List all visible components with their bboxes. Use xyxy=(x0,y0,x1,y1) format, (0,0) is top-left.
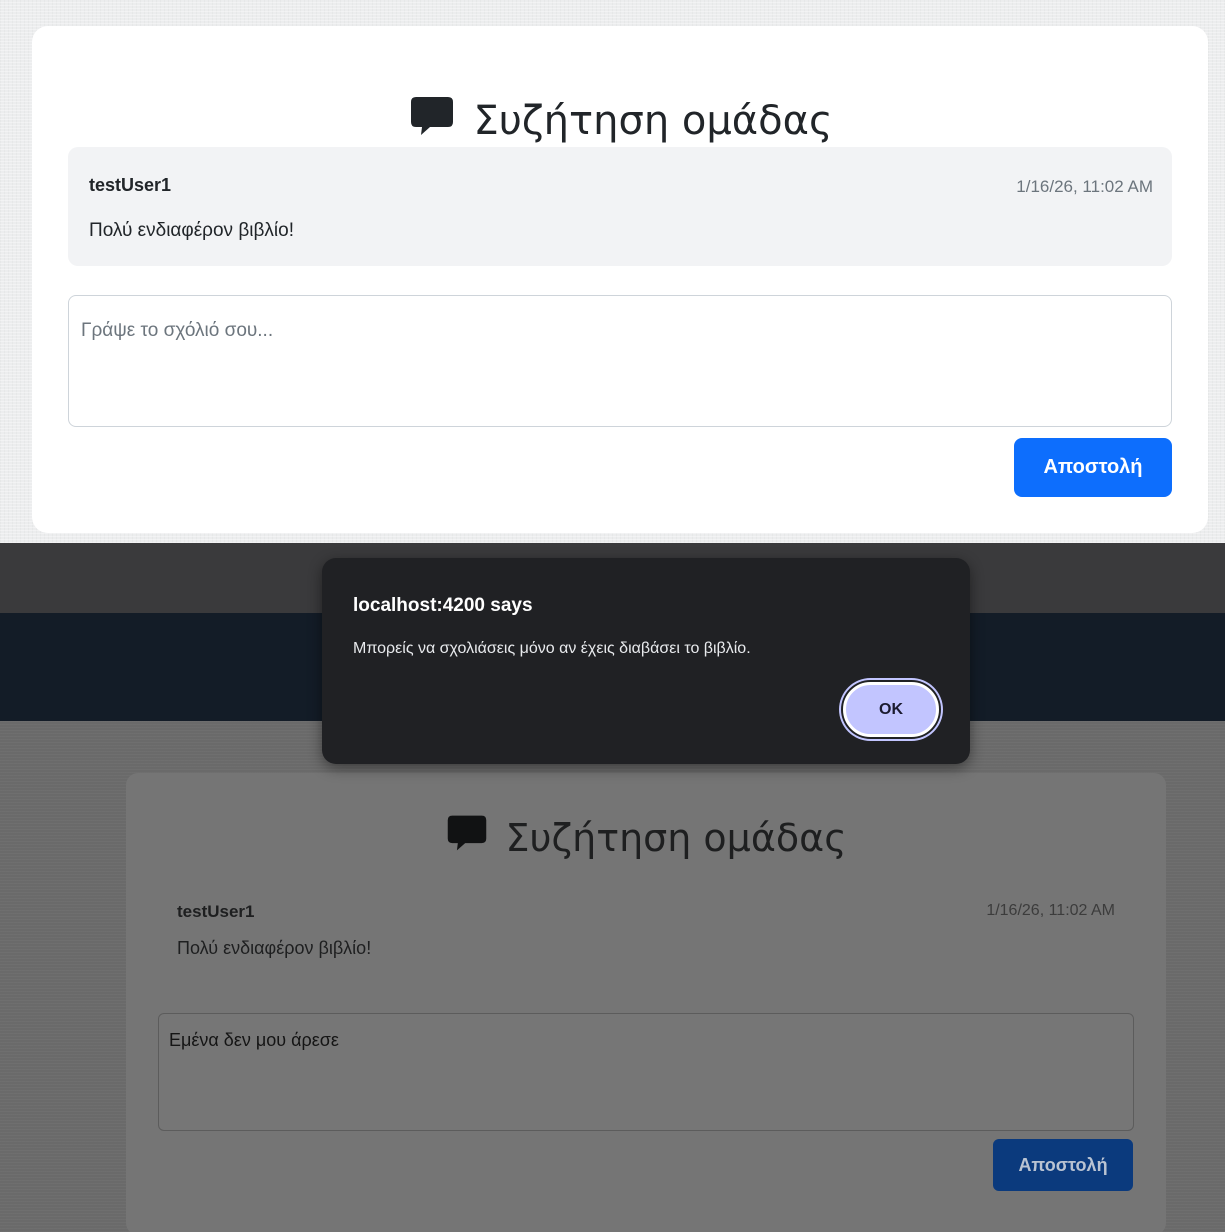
comment-textarea-placeholder: Γράψε το σχόλιό σου... xyxy=(81,320,274,341)
page-title: Συζήτηση ομάδας xyxy=(32,92,1208,150)
alert-message: Μπορείς να σχολιάσεις μόνο αν έχεις διαβ… xyxy=(353,640,751,657)
title-text: Συζήτηση ομάδας xyxy=(505,815,847,860)
title-text: Συζήτηση ομάδας xyxy=(473,98,833,144)
comment-author: testUser1 xyxy=(177,902,255,921)
comment-item: testUser1 1/16/26, 11:02 AM Πολύ ενδιαφέ… xyxy=(158,885,1134,975)
comment-item: testUser1 1/16/26, 11:02 AM Πολύ ενδιαφέ… xyxy=(68,147,1172,266)
comment-text: Πολύ ενδιαφέρον βιβλίο! xyxy=(177,938,372,958)
comment-textarea[interactable]: Εμένα δεν μου άρεσε xyxy=(158,1013,1134,1131)
discussion-card: Συζήτηση ομάδας testUser1 1/16/26, 11:02… xyxy=(126,773,1166,1232)
discussion-card: Συζήτηση ομάδας testUser1 1/16/26, 11:02… xyxy=(32,26,1208,533)
comment-textarea-value: Εμένα δεν μου άρεσε xyxy=(169,1030,339,1050)
comment-author: testUser1 xyxy=(89,175,172,195)
alert-title: localhost:4200 says xyxy=(353,595,533,616)
speech-bubble-icon xyxy=(408,92,456,150)
send-button[interactable]: Αποστολή xyxy=(1014,438,1172,497)
comment-text: Πολύ ενδιαφέρον βιβλίο! xyxy=(89,220,294,241)
page-title: Συζήτηση ομάδας xyxy=(126,811,1166,864)
comment-textarea[interactable]: Γράψε το σχόλιό σου... xyxy=(68,295,1172,427)
comment-timestamp: 1/16/26, 11:02 AM xyxy=(1016,177,1153,196)
alert-ok-button[interactable]: OK xyxy=(843,682,939,737)
alert-dialog: localhost:4200 says Μπορείς να σχολιάσει… xyxy=(322,558,970,764)
comment-timestamp: 1/16/26, 11:02 AM xyxy=(986,902,1115,919)
discussion-screenshot-top: Συζήτηση ομάδας testUser1 1/16/26, 11:02… xyxy=(0,0,1225,543)
send-button[interactable]: Αποστολή xyxy=(993,1139,1133,1191)
speech-bubble-icon xyxy=(445,811,489,864)
discussion-screenshot-bottom: Συζήτηση ομάδας testUser1 1/16/26, 11:02… xyxy=(0,543,1225,1232)
